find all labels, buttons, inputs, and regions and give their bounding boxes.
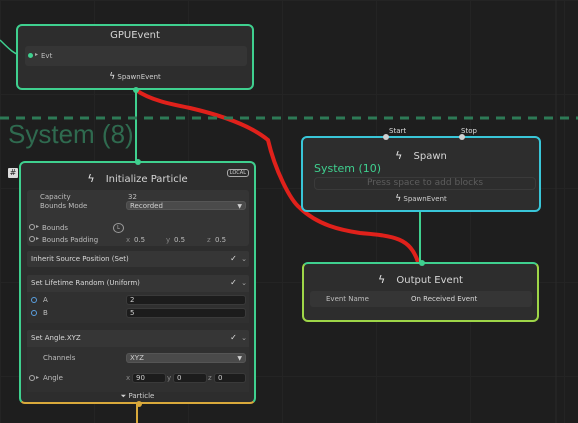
init-footer: ⏷ Particle xyxy=(21,392,254,401)
angle-enable-checkbox[interactable]: ✓ xyxy=(229,333,238,342)
lifetime-block[interactable]: Set Lifetime Random (Uniform) ✓ ⌄ A 2 B … xyxy=(27,275,249,323)
inherit-position-block[interactable]: Inherit Source Position (Set) ✓ ⌄ xyxy=(27,251,249,267)
angle-port[interactable] xyxy=(29,375,35,381)
init-title: Initialize Particle xyxy=(105,174,188,185)
padding-arrow-icon: ▸ xyxy=(36,235,40,242)
angle-block-title: Set Angle.XYZ xyxy=(31,334,81,342)
init-input-port[interactable] xyxy=(135,159,141,165)
initialize-particle-node[interactable]: ϟ Initialize Particle LOCAL Capacity 32 … xyxy=(19,159,256,407)
lifetime-enable-checkbox[interactable]: ✓ xyxy=(229,278,238,287)
spawn-node[interactable]: Start Stop ϟ Spawn System (10) Press spa… xyxy=(301,127,541,212)
lightning-icon: ϟ xyxy=(87,172,95,185)
init-settings-panel: Capacity 32 Bounds Mode Recorded ▼ ▸ Bou… xyxy=(27,190,249,246)
lifetime-block-title: Set Lifetime Random (Uniform) xyxy=(31,279,140,287)
bounds-mode-value: Recorded xyxy=(130,202,163,210)
lightning-icon: ϟ xyxy=(395,194,402,204)
gpu-event-output-port[interactable] xyxy=(133,87,139,93)
system-title[interactable]: System (8) xyxy=(8,119,134,150)
lightning-icon: ϟ xyxy=(395,149,403,162)
lifetime-b-port[interactable] xyxy=(31,310,37,316)
angle-y-axis: y xyxy=(167,374,172,382)
channels-dropdown[interactable]: XYZ ▼ xyxy=(126,353,246,363)
channels-label: Channels xyxy=(43,354,76,362)
angle-x-axis: x xyxy=(126,374,131,382)
lifetime-a-input[interactable]: 2 xyxy=(126,295,246,305)
bounds-arrow-icon: ▸ xyxy=(36,223,40,230)
output-event-title: Output Event xyxy=(396,275,463,286)
inherit-enable-checkbox[interactable]: ✓ xyxy=(229,254,238,263)
angle-z-axis: z xyxy=(208,374,212,382)
gpu-event-title: GPUEvent xyxy=(110,30,160,41)
padding-port[interactable] xyxy=(29,236,35,242)
stop-label: Stop xyxy=(461,127,477,135)
angle-params: Channels XYZ ▼ ▸ Angle x 90 y 0 z 0 xyxy=(27,347,249,392)
lifetime-b-label: B xyxy=(43,309,48,317)
bounds-mode-label: Bounds Mode xyxy=(40,202,88,210)
padding-x-value[interactable]: 0.5 xyxy=(134,236,145,244)
padding-x-axis: x xyxy=(126,236,131,244)
lifetime-b-input[interactable]: 5 xyxy=(126,308,246,318)
chevron-down-icon: ▼ xyxy=(237,355,242,362)
event-name-label: Event Name xyxy=(326,295,369,303)
output-event-header: ϟ Output Event xyxy=(304,268,537,287)
spawn-output-label: SpawnEvent xyxy=(403,195,447,203)
angle-arrow-icon: ▸ xyxy=(36,374,40,381)
lightning-icon: ϟ xyxy=(109,72,116,82)
evt-arrow-icon: ▸ xyxy=(35,51,39,58)
gpu-event-input-row: ▸ Evt xyxy=(25,46,247,66)
gpu-event-output-label: SpawnEvent xyxy=(117,73,161,81)
bounds-label: Bounds xyxy=(42,224,69,232)
evt-input-port[interactable] xyxy=(28,53,33,58)
spawn-add-blocks-area[interactable]: Press space to add blocks xyxy=(314,177,536,190)
output-event-input-port[interactable] xyxy=(419,260,425,266)
angle-y-input[interactable]: 0 xyxy=(173,373,207,383)
init-output-port[interactable] xyxy=(136,401,142,407)
init-footer-label: Particle xyxy=(128,392,155,400)
spawn-title: Spawn xyxy=(413,151,447,162)
capacity-label: Capacity xyxy=(40,193,71,201)
bounds-space-pill[interactable]: L xyxy=(113,223,124,233)
bounds-port[interactable] xyxy=(29,224,35,230)
chevron-down-icon[interactable]: ⌄ xyxy=(241,334,247,342)
capacity-value[interactable]: 32 xyxy=(128,193,137,201)
angle-z-input[interactable]: 0 xyxy=(214,373,246,383)
init-header: ϟ Initialize Particle xyxy=(21,167,254,186)
padding-z-axis: z xyxy=(207,236,211,244)
lightning-icon: ϟ xyxy=(378,273,386,286)
spawn-header: ϟ Spawn xyxy=(303,144,539,163)
padding-y-value[interactable]: 0.5 xyxy=(174,236,185,244)
angle-label: Angle xyxy=(43,374,63,382)
lifetime-a-port[interactable] xyxy=(31,297,37,303)
output-event-node[interactable]: ϟ Output Event Event Name On Received Ev… xyxy=(302,260,539,322)
event-name-row: Event Name On Received Event xyxy=(310,291,532,307)
padding-z-value[interactable]: 0.5 xyxy=(215,236,226,244)
particle-icon: ⏷ xyxy=(120,392,127,400)
inherit-block-title: Inherit Source Position (Set) xyxy=(31,255,129,263)
spawn-system-label[interactable]: System (10) xyxy=(314,162,381,175)
bounds-padding-label: Bounds Padding xyxy=(42,236,99,244)
gpu-event-output: ϟ SpawnEvent xyxy=(18,72,252,82)
channels-value: XYZ xyxy=(130,354,144,362)
angle-x-input[interactable]: 90 xyxy=(132,373,166,383)
chevron-down-icon[interactable]: ⌄ xyxy=(241,255,247,263)
gpu-event-node[interactable]: GPUEvent ▸ Evt ϟ SpawnEvent xyxy=(16,24,254,93)
chevron-down-icon: ▼ xyxy=(237,203,242,210)
start-label: Start xyxy=(389,127,407,135)
chevron-down-icon[interactable]: ⌄ xyxy=(241,279,247,287)
set-angle-block[interactable]: Set Angle.XYZ ✓ ⌄ Channels XYZ ▼ ▸ Angle… xyxy=(27,330,249,392)
padding-y-axis: y xyxy=(166,236,171,244)
spawn-output: ϟ SpawnEvent xyxy=(303,194,539,204)
bounds-mode-dropdown[interactable]: Recorded ▼ xyxy=(126,201,246,210)
lifetime-a-label: A xyxy=(43,296,48,304)
lifetime-params: A 2 B 5 xyxy=(27,292,249,323)
system-tag[interactable]: # xyxy=(8,168,18,178)
local-badge[interactable]: LOCAL xyxy=(226,169,249,177)
evt-label: Evt xyxy=(41,52,53,60)
event-name-value[interactable]: On Received Event xyxy=(411,295,477,303)
